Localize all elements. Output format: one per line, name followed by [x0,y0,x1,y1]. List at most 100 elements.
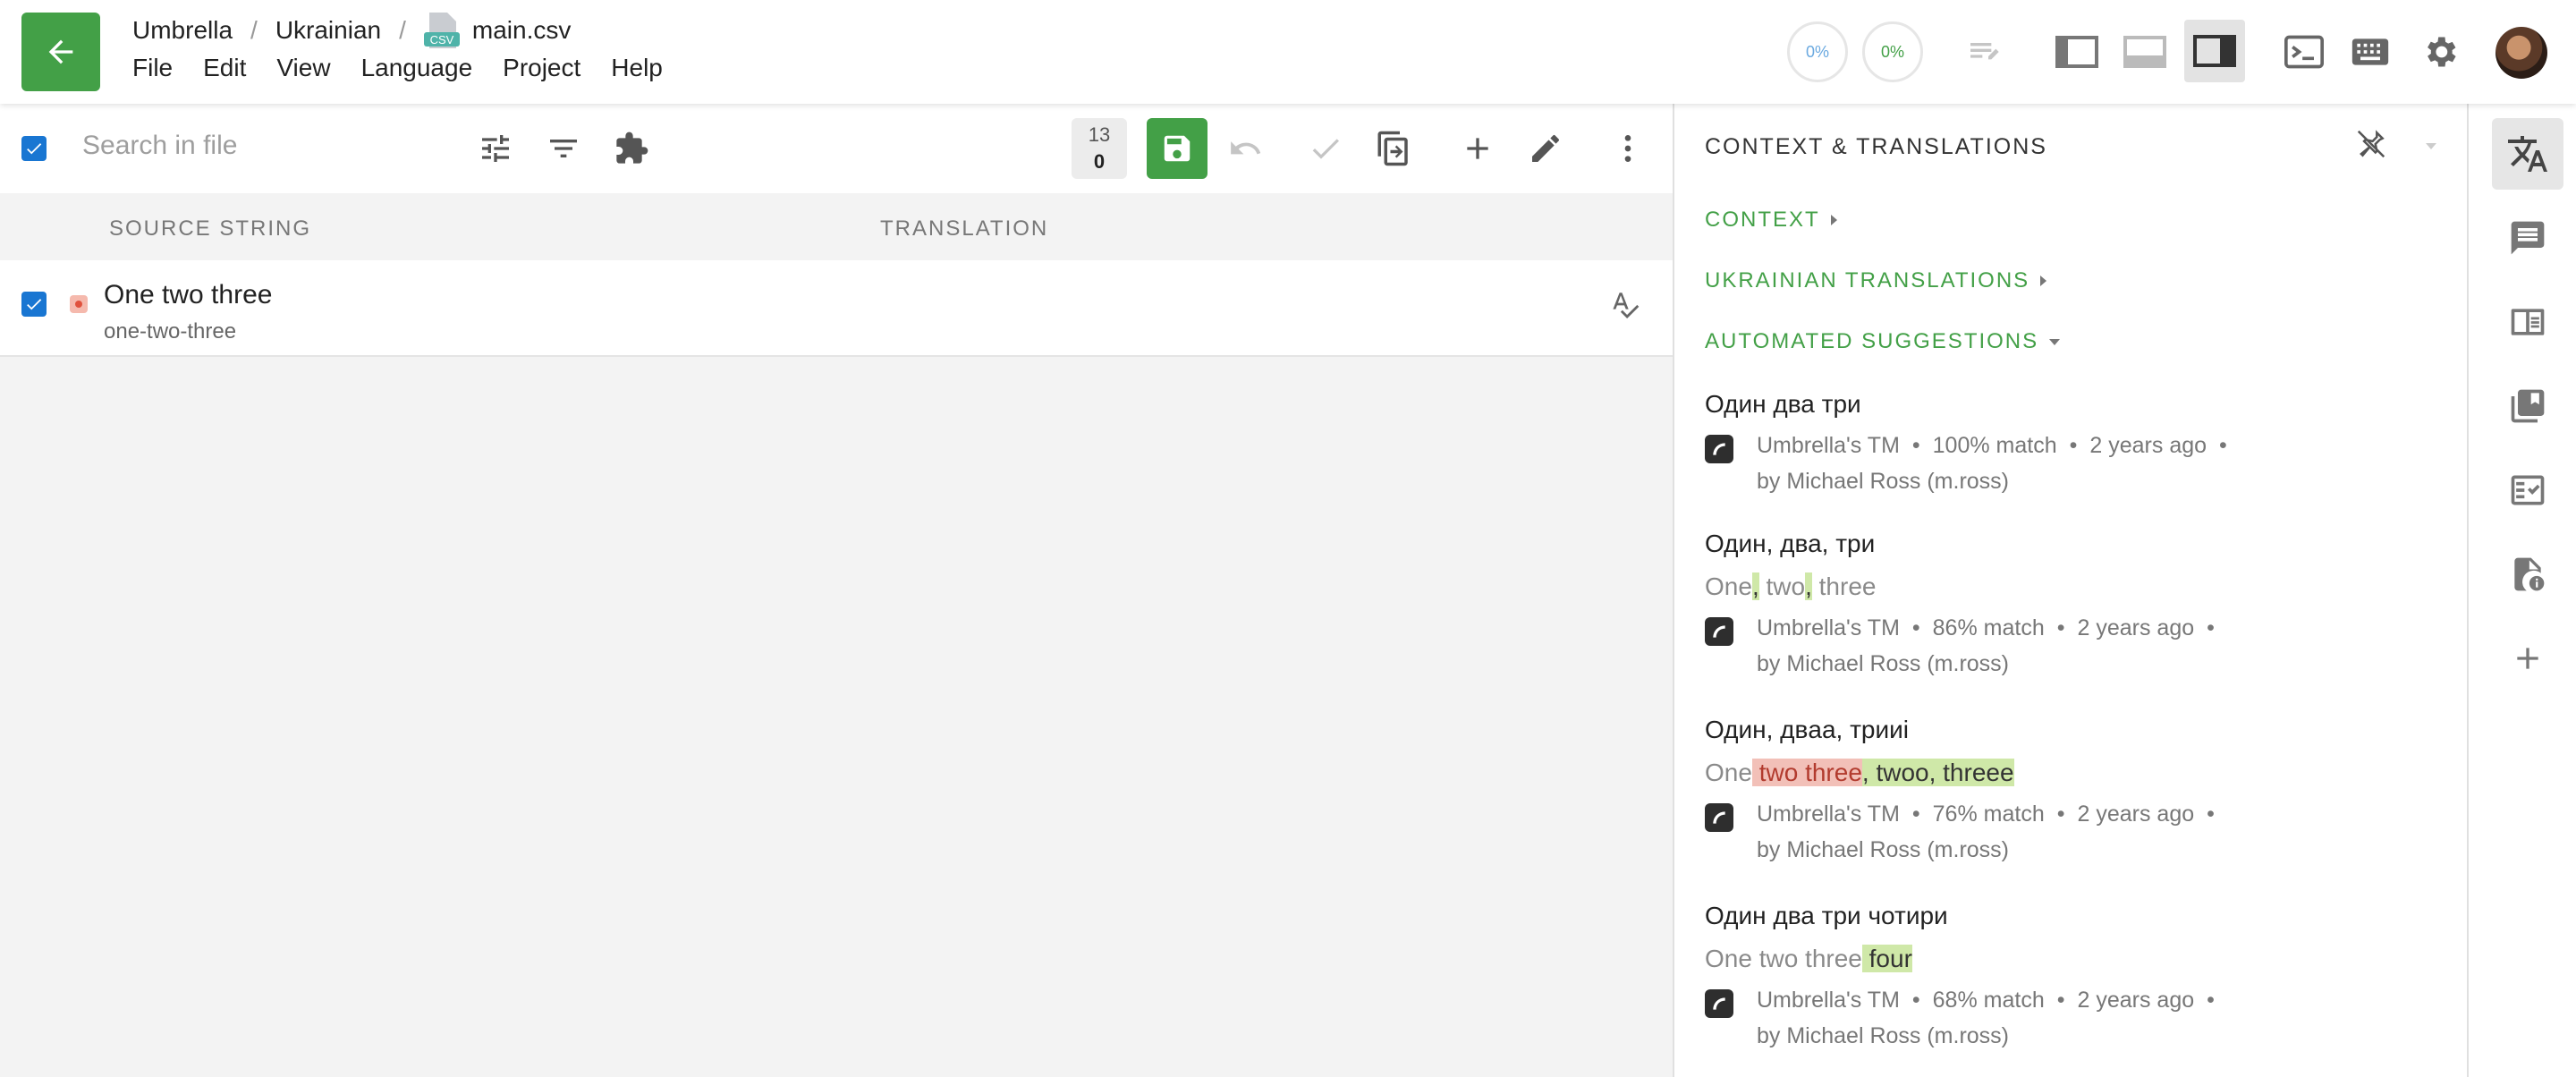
suggestion-item[interactable]: Один, два, три One, two, three Umbrella'… [1705,530,2438,682]
filter-icon[interactable] [538,123,589,174]
suggestion-text: Один два три чотири [1705,902,1948,929]
breadcrumb-project[interactable]: Umbrella [132,16,233,45]
chevron-down-icon[interactable] [2426,138,2436,154]
comments-icon[interactable] [2492,202,2563,274]
menu-help[interactable]: Help [611,54,663,82]
counter-total: 13 [1088,123,1111,146]
translation-memory-icon [1705,617,1733,646]
gear-icon[interactable] [2415,27,2465,77]
add-panel-icon[interactable] [2492,623,2563,694]
approve-icon[interactable] [1301,123,1351,174]
caret-down-icon [2049,338,2061,345]
puzzle-icon[interactable] [606,123,657,174]
copy-source-icon[interactable] [1368,123,1419,174]
menu-view[interactable]: View [276,54,330,82]
csv-file-icon: CSV [423,11,460,50]
layout-right-icon[interactable] [2184,20,2245,82]
suggestion-meta: Umbrella's TM • 68% match • 2 years ago • by … [1705,982,2438,1054]
suggestion-time: 2 years ago [2077,801,2195,827]
spellcheck-icon[interactable] [1610,289,1640,324]
diff-same: One two three [1705,945,1862,972]
undo-icon[interactable] [1220,123,1270,174]
library-icon[interactable] [2492,370,2563,442]
suggestion-source: Umbrella's TM [1757,433,1900,458]
caret-right-icon [2040,276,2047,286]
translation-memory-icon [1705,803,1733,832]
section-context-label: CONTEXT [1705,208,1820,232]
section-ukrainian-translations[interactable]: UKRAINIAN TRANSLATIONS [1705,268,2047,293]
save-icon [1164,135,1191,162]
table-row[interactable]: One two three one-two-three [0,260,1673,357]
suggestion-diff: One, two, three [1705,572,2438,601]
menu-project[interactable]: Project [503,54,580,82]
suggestion-source: Umbrella's TM [1757,615,1900,640]
search-input[interactable]: Search in file [82,131,237,161]
diff-added: four [1861,945,1912,972]
suggestion-match: 86% match [1932,615,2045,640]
save-button[interactable] [1147,118,1208,179]
diff-added: , twoo, threee [1861,759,2014,786]
panel-title: CONTEXT & TRANSLATIONS [1705,134,2047,159]
breadcrumb-file[interactable]: main.csv [472,16,571,45]
suggestion-item[interactable]: Один два три Umbrella's TM • 100% match • 2 … [1705,390,2438,499]
suggestion-source: Umbrella's TM [1757,801,1900,827]
caret-right-icon [1830,215,1837,225]
section-translations-label: UKRAINIAN TRANSLATIONS [1705,268,2030,293]
column-source-string: SOURCE STRING [109,216,312,241]
back-arrow-icon [48,39,73,64]
breadcrumb-separator: / [399,16,406,44]
layout-left-icon[interactable] [2052,27,2102,77]
suggestion-meta: Umbrella's TM • 76% match • 2 years ago • by … [1705,796,2438,868]
glossary-icon[interactable] [2492,286,2563,358]
side-rail [2467,104,2576,1077]
suggestion-text: Один два три [1705,390,1861,418]
suggestion-diff: One two three, twoo, threee [1705,759,2438,787]
avatar[interactable] [2496,27,2547,79]
section-suggestions-label: AUTOMATED SUGGESTIONS [1705,329,2039,353]
suggestion-author: by Michael Ross (m.ross) [1757,837,2009,862]
layout-bottom-icon[interactable] [2120,27,2170,77]
file-info-icon[interactable] [2492,538,2563,610]
strings-panel: Search in file 13 0 SOURCE STRING TRANSL… [0,104,1673,1077]
column-translation: TRANSLATION [880,216,1049,241]
menu-edit[interactable]: Edit [203,54,246,82]
suggestion-item[interactable]: Один, двaa, трииi One two three, twoo, t… [1705,716,2438,868]
editor-icon[interactable] [1959,27,2009,77]
translate-icon[interactable] [2492,118,2563,190]
strings-toolbar: Search in file 13 0 [0,104,1673,193]
counter-selected: 0 [1093,150,1106,173]
breadcrumb-language[interactable]: Ukrainian [275,16,381,45]
suggestion-author: by Michael Ross (m.ross) [1757,651,2009,676]
suggestion-meta: Umbrella's TM • 86% match • 2 years ago • by … [1705,610,2438,682]
back-button[interactable] [21,13,100,91]
add-icon[interactable] [1453,123,1503,174]
select-all-checkbox[interactable] [21,136,47,161]
suggestion-time: 2 years ago [2077,988,2195,1013]
approval-progress[interactable]: 0% [1862,21,1923,82]
diff-same: One [1705,572,1752,600]
menu-file[interactable]: File [132,54,173,82]
edit-icon[interactable] [1521,123,1571,174]
pin-off-icon[interactable] [2354,127,2388,165]
keyboard-icon[interactable] [2345,27,2395,77]
more-vert-icon[interactable] [1603,123,1653,174]
tune-icon[interactable] [470,123,521,174]
suggestion-text: Один, двaa, трииi [1705,716,1909,743]
source-string-text: One two three [104,280,273,310]
diff-added: , [1751,572,1759,600]
diff-removed: two three [1751,759,1862,786]
menu-bar: File Edit View Language Project Help [132,54,693,82]
section-context[interactable]: CONTEXT [1705,208,1837,233]
diff-same: One [1705,759,1752,786]
translation-progress[interactable]: 0% [1787,21,1848,82]
csv-badge-text: CSV [430,33,454,47]
terminal-icon[interactable] [2279,27,2329,77]
suggestion-item[interactable]: Один два три чотири One two three four U… [1705,902,2438,1054]
qa-checks-icon[interactable] [2492,454,2563,526]
suggestion-author: by Michael Ross (m.ross) [1757,469,2009,494]
suggestion-diff: One two three four [1705,945,2438,973]
menu-language[interactable]: Language [361,54,473,82]
section-automated-suggestions[interactable]: AUTOMATED SUGGESTIONS [1705,329,2061,354]
row-checkbox[interactable] [21,292,47,317]
suggestion-text: Один, два, три [1705,530,1876,557]
